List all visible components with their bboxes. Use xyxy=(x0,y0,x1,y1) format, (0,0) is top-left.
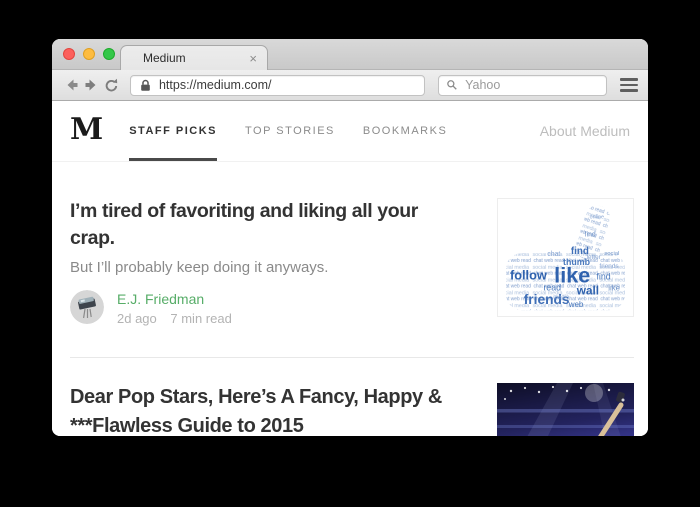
menu-button[interactable] xyxy=(620,78,639,92)
article-text-column: I’m tired of favoriting and liking all y… xyxy=(70,198,497,326)
article-title[interactable]: I’m tired of favoriting and liking all y… xyxy=(70,198,479,252)
magnifier-icon xyxy=(447,80,457,90)
tab-close-icon[interactable]: × xyxy=(249,52,257,65)
medium-nav: STAFF PICKS TOP STORIES BOOKMARKS xyxy=(129,101,475,161)
search-input[interactable] xyxy=(463,77,600,93)
svg-text:find: find xyxy=(585,231,596,238)
medium-logo[interactable]: M xyxy=(70,115,103,145)
svg-text:wall: wall xyxy=(576,284,599,297)
hamburger-icon xyxy=(620,83,639,87)
svg-text:read: read xyxy=(543,282,561,292)
medium-header: M STAFF PICKS TOP STORIES BOOKMARKS Abou… xyxy=(52,101,648,162)
close-window-button[interactable] xyxy=(63,48,75,60)
svg-text:find: find xyxy=(596,272,610,282)
hamburger-icon xyxy=(620,78,639,81)
article-card: I’m tired of favoriting and liking all y… xyxy=(52,162,648,326)
article-title[interactable]: Dear Pop Stars, Here’s A Fancy, Happy & … xyxy=(70,383,479,436)
avatar[interactable] xyxy=(70,290,104,324)
tab-title: Medium xyxy=(143,51,186,65)
search-bar[interactable] xyxy=(438,74,608,96)
nav-tab-top-stories[interactable]: TOP STORIES xyxy=(245,101,335,161)
nav-tab-bookmarks[interactable]: BOOKMARKS xyxy=(363,101,447,161)
article-age: 2d ago xyxy=(117,311,157,326)
about-medium-link[interactable]: About Medium xyxy=(540,123,630,139)
article-subtitle: But I’ll probably keep doing it anyways. xyxy=(70,259,329,276)
forward-arrow-icon xyxy=(85,79,96,91)
nav-tab-staff-picks[interactable]: STAFF PICKS xyxy=(129,101,217,161)
lock-icon xyxy=(141,79,150,91)
browser-window: Medium × https://medium.com/ Yahoo M STA… xyxy=(52,39,648,436)
back-button[interactable] xyxy=(62,75,82,95)
svg-text:chat: chat xyxy=(547,251,560,258)
hamburger-icon xyxy=(620,89,639,92)
svg-text:web: web xyxy=(568,300,584,309)
svg-text:like: like xyxy=(608,283,620,292)
url-bar[interactable]: https://medium.com/ xyxy=(129,74,426,96)
concert-photo-image xyxy=(497,383,634,436)
url-text: https://medium.com/ xyxy=(158,78,272,92)
article-title-line: Dear Pop Stars, Here’s A Fancy, Happy & xyxy=(70,386,442,408)
article-thumbnail-word-cloud[interactable]: social media chat web read follow like f… xyxy=(497,198,634,317)
article-read-time: 7 min read xyxy=(170,311,232,326)
svg-text:follow: follow xyxy=(510,268,547,283)
article-title-line: ***Flawless Guide to 2015 xyxy=(70,415,304,436)
page-content: M STAFF PICKS TOP STORIES BOOKMARKS Abou… xyxy=(52,101,648,436)
minimize-window-button[interactable] xyxy=(83,48,95,60)
browser-tab-medium[interactable]: Medium × xyxy=(120,45,268,70)
refresh-button[interactable] xyxy=(101,75,121,95)
article-meta: 2d ago 7 min read xyxy=(117,311,232,326)
svg-text:social: social xyxy=(604,251,619,257)
desktop-background: Medium × https://medium.com/ Yahoo M STA… xyxy=(0,0,700,507)
article-thumbnail-concert-photo[interactable] xyxy=(497,383,634,436)
svg-text:letter: letter xyxy=(587,254,602,261)
article-text-column: Dear Pop Stars, Here’s A Fancy, Happy & … xyxy=(70,383,497,436)
author-name-link[interactable]: E.J. Friedman xyxy=(117,291,232,307)
thumbs-up-word-cloud-image: social media chat web read follow like f… xyxy=(506,205,625,311)
svg-text:friends: friends xyxy=(599,263,618,270)
traffic-lights xyxy=(63,48,115,60)
avatar-image xyxy=(70,290,104,324)
article-title-line: I’m tired of favoriting and liking all y… xyxy=(70,200,418,222)
forward-button[interactable] xyxy=(82,75,102,95)
article-title-line: crap. xyxy=(70,227,115,249)
svg-text:media: media xyxy=(553,294,570,300)
refresh-icon xyxy=(105,78,117,91)
article-card: Dear Pop Stars, Here’s A Fancy, Happy & … xyxy=(52,358,648,436)
browser-toolbar: https://medium.com/ xyxy=(52,70,648,101)
author-row: E.J. Friedman 2d ago 7 min read xyxy=(70,290,479,326)
browser-titlebar[interactable]: Medium × xyxy=(52,39,648,70)
zoom-window-button[interactable] xyxy=(103,48,115,60)
back-arrow-icon xyxy=(67,79,78,91)
svg-text:online: online xyxy=(590,215,604,221)
author-info: E.J. Friedman 2d ago 7 min read xyxy=(117,290,232,326)
